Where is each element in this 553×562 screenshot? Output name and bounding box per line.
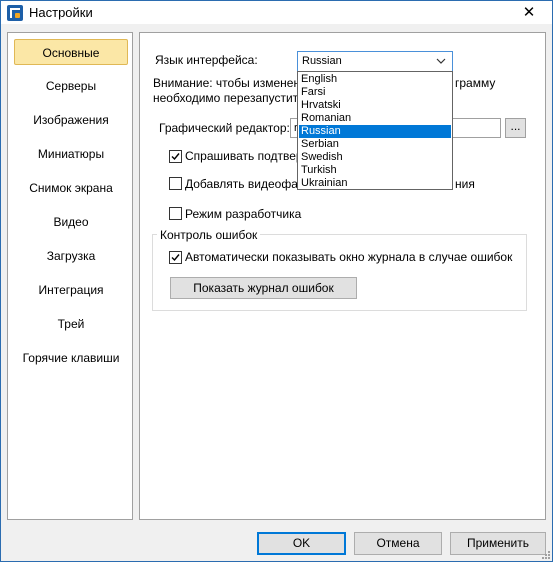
restart-warning-line1-tail: грамму [455, 76, 496, 90]
auto-show-log-label: Автоматически показывать окно журнала в … [185, 250, 513, 264]
language-option-selected[interactable]: Russian [299, 125, 451, 138]
sidebar-item-integration[interactable]: Интеграция [14, 277, 128, 303]
language-option[interactable]: Swedish [299, 151, 451, 164]
language-option[interactable]: Ukrainian [299, 177, 451, 190]
language-option[interactable]: Farsi [299, 86, 451, 99]
add-video-checkbox-label: Добавлять видеофайл [185, 177, 312, 191]
add-video-checkbox[interactable] [169, 177, 182, 190]
resize-grip-icon[interactable] [540, 549, 550, 559]
close-button[interactable]: ✕ [506, 1, 552, 24]
developer-mode-checkbox[interactable] [169, 207, 182, 220]
settings-sidebar: Основные Серверы Изображения Миниатюры С… [7, 32, 133, 520]
sidebar-item-screenshot[interactable]: Снимок экрана [14, 175, 128, 201]
sidebar-item-images[interactable]: Изображения [14, 107, 128, 133]
language-label: Язык интерфейса: [155, 53, 258, 67]
language-select[interactable]: Russian [297, 51, 453, 72]
image-editor-label: Графический редактор: [159, 121, 290, 135]
browse-editor-button[interactable]: ... [505, 118, 526, 138]
confirm-checkbox[interactable] [169, 150, 182, 163]
app-logo-icon [7, 5, 23, 21]
language-select-value: Russian [302, 55, 342, 67]
language-option[interactable]: English [299, 73, 451, 86]
sidebar-item-thumbnails[interactable]: Миниатюры [14, 141, 128, 167]
language-option[interactable]: Turkish [299, 164, 451, 177]
add-video-checkbox-label-tail: ния [455, 177, 475, 191]
developer-mode-label: Режим разработчика [185, 207, 302, 221]
language-option[interactable]: Romanian [299, 112, 451, 125]
sidebar-item-upload[interactable]: Загрузка [14, 243, 128, 269]
sidebar-item-hotkeys[interactable]: Горячие клавиши [14, 345, 128, 371]
checkmark-icon [171, 254, 180, 262]
error-control-title: Контроль ошибок [157, 228, 261, 242]
title-bar: Настройки ✕ [1, 1, 552, 24]
window-title: Настройки [29, 5, 93, 20]
sidebar-item-general[interactable]: Основные [14, 39, 128, 65]
sidebar-item-tray[interactable]: Трей [14, 311, 128, 337]
restart-warning-line2: необходимо перезапустить. [153, 91, 308, 105]
apply-button[interactable]: Применить [450, 532, 546, 555]
ok-button[interactable]: OK [257, 532, 346, 555]
sidebar-item-servers[interactable]: Серверы [14, 73, 128, 99]
confirm-checkbox-label: Спрашивать подтверж [185, 149, 311, 163]
show-error-log-button[interactable]: Показать журнал ошибок [170, 277, 357, 299]
language-option[interactable]: Hrvatski [299, 99, 451, 112]
cancel-button[interactable]: Отмена [354, 532, 442, 555]
chevron-down-icon [436, 58, 446, 64]
restart-warning-line1: Внимание: чтобы изменения [153, 76, 314, 90]
error-control-group [152, 234, 527, 311]
sidebar-item-video[interactable]: Видео [14, 209, 128, 235]
language-option[interactable]: Serbian [299, 138, 451, 151]
checkmark-icon [171, 153, 180, 161]
language-dropdown-list: English Farsi Hrvatski Romanian Russian … [297, 71, 453, 190]
auto-show-log-checkbox[interactable] [169, 251, 182, 264]
